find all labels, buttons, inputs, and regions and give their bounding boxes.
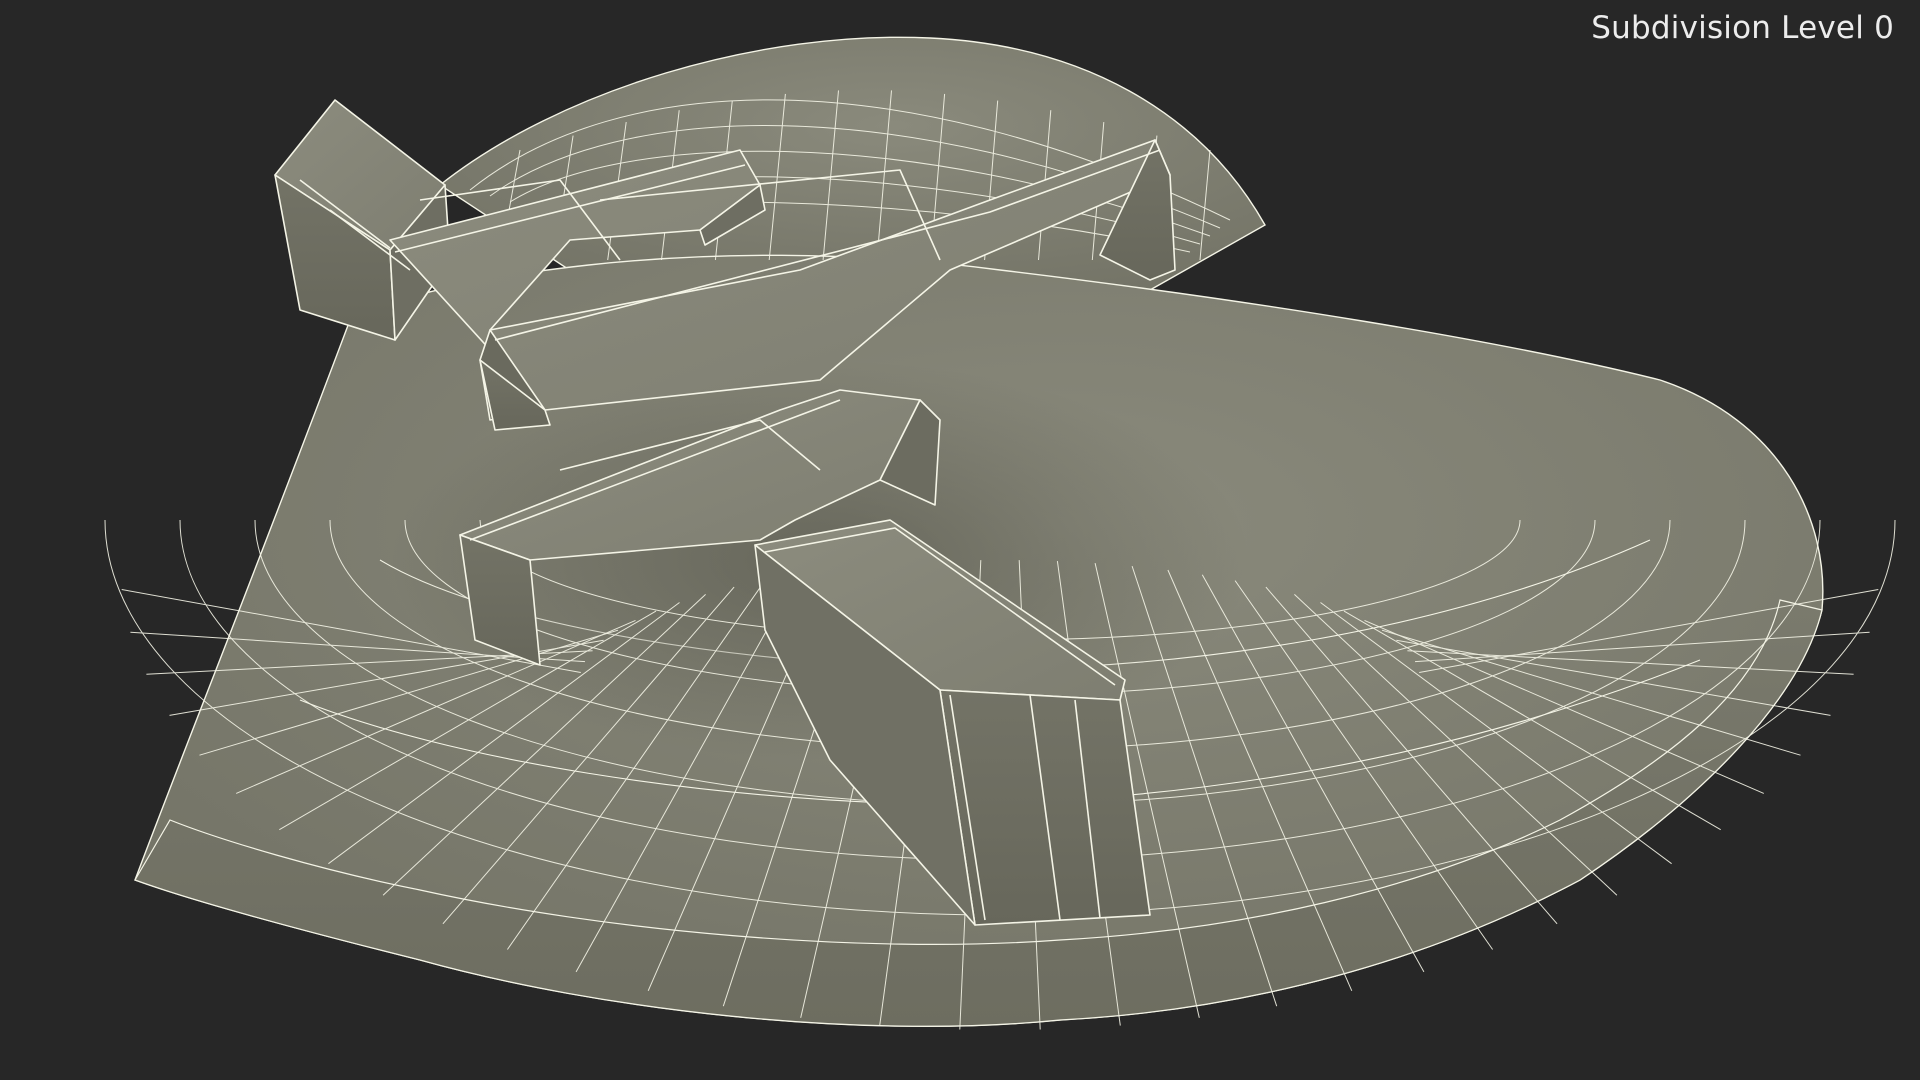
wireframe-model-render: (function () { var g = document.getEleme… (104, 36, 1896, 1030)
3d-viewport[interactable]: (function () { var g = document.getEleme… (0, 0, 1920, 1080)
subdivision-level-label: Subdivision Level 0 (1591, 10, 1894, 46)
